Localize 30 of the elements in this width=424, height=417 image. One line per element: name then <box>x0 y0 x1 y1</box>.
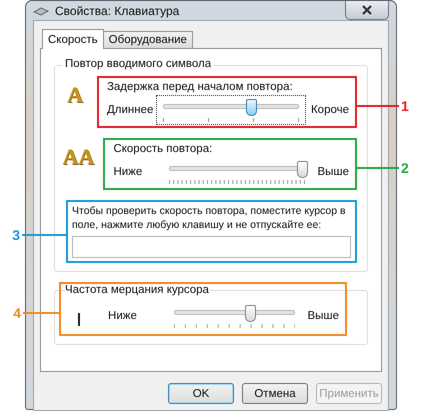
max-label: Короче <box>310 104 349 116</box>
cursor-icon <box>78 312 80 326</box>
tab[interactable]: Оборудование <box>102 31 193 48</box>
tab[interactable]: Скорость <box>42 29 104 49</box>
instruction-text: Чтобы проверить скорость повтора, поместите курсор в поле, нажмите любую клавишу и не отпускайте ее: <box>72 204 347 232</box>
dialog-button[interactable]: Отмена <box>242 383 308 404</box>
group-title: Частота мерцания курсора <box>65 284 209 296</box>
slider-thumb[interactable] <box>246 99 258 116</box>
max-label: Выше <box>317 166 349 178</box>
min-label: Ниже <box>113 166 144 178</box>
group-title: Повтор вводимого символа <box>63 58 214 70</box>
slider-thumb[interactable] <box>296 161 308 178</box>
slider-label: Скорость повтора: <box>113 143 214 155</box>
slider-thumb[interactable] <box>245 305 256 322</box>
min-label: Длиннее <box>106 104 151 116</box>
min-label: Ниже <box>107 310 138 322</box>
letter-icon: A <box>67 82 83 108</box>
dialog-button[interactable]: OK <box>168 383 234 404</box>
test-input-field[interactable] <box>72 236 351 258</box>
close-icon <box>361 5 373 15</box>
callout-number: 4 <box>13 305 21 321</box>
callout-number: 3 <box>12 226 20 243</box>
callout-number: 1 <box>401 98 409 114</box>
close-button[interactable] <box>345 1 389 20</box>
letter-icon: AA <box>62 144 94 170</box>
callout-number: 2 <box>401 160 409 176</box>
max-label: Выше <box>307 310 339 322</box>
slider-label: Задержка перед началом повтора: <box>106 81 294 93</box>
window-title: Свойства: Клавиатура <box>55 4 180 18</box>
slider[interactable] <box>156 96 305 124</box>
